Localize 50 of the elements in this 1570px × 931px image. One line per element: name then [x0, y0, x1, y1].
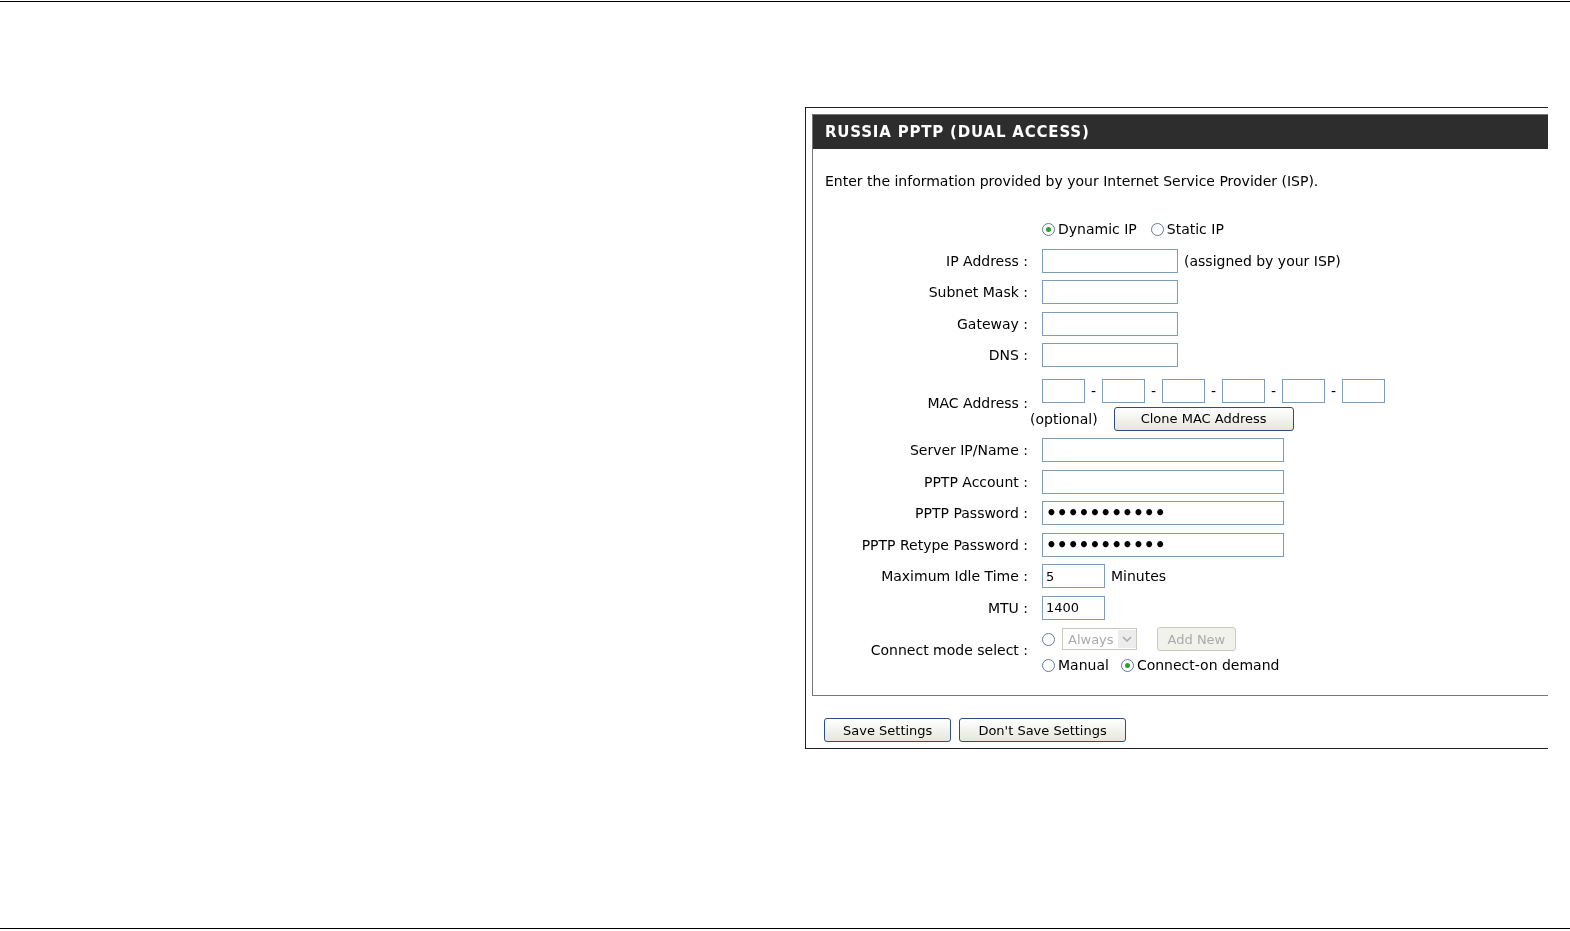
field-label: Gateway :	[956, 315, 1028, 332]
input-field[interactable]	[1102, 378, 1145, 403]
radio-label: Dynamic IP	[1058, 221, 1137, 237]
input-field[interactable]	[1282, 378, 1325, 403]
input-field[interactable]: 5	[1042, 564, 1105, 588]
field-label: PPTP Password :	[914, 505, 1028, 521]
field-label: PPTP Account :	[922, 473, 1028, 490]
field-label: MTU :	[986, 599, 1028, 616]
input-field[interactable]	[1042, 343, 1178, 367]
form-button[interactable]: Don't Save Settings	[959, 718, 1126, 742]
clone-mac-button[interactable]: Clone MAC Address	[1113, 406, 1294, 431]
field-note: (assigned by your ISP)	[1184, 252, 1341, 269]
separator: -	[1149, 382, 1158, 399]
field-label: Connect mode select :	[869, 642, 1028, 658]
separator: -	[1329, 382, 1338, 399]
separator: -	[1089, 382, 1098, 399]
intro-text: Enter the information provided by your Internet Service Provider (ISP).	[824, 172, 1320, 191]
input-field[interactable]	[1042, 378, 1085, 403]
field-label: Subnet Mask :	[927, 284, 1028, 300]
field-label: Server IP/Name :	[908, 442, 1028, 458]
input-field[interactable]	[1042, 280, 1178, 304]
radio-button[interactable]	[1120, 658, 1134, 672]
section-title: RUSSIA PPTP (DUAL ACCESS)	[813, 115, 1548, 149]
field-label: MAC Address :	[926, 394, 1028, 411]
field-note: Minutes	[1111, 568, 1167, 584]
input-field[interactable]	[1162, 378, 1205, 403]
field-note: (optional)	[1030, 410, 1098, 427]
radio-label: Static IP	[1166, 221, 1224, 237]
input-field[interactable]	[1042, 438, 1284, 462]
field-label: Maximum Idle Time :	[880, 568, 1028, 584]
input-field[interactable]	[1042, 469, 1284, 494]
radio-label: Manual	[1058, 657, 1109, 673]
separator: -	[1269, 382, 1278, 399]
radio-button[interactable]	[1150, 222, 1164, 236]
separator: -	[1209, 382, 1218, 399]
field-label: DNS :	[987, 347, 1028, 363]
input-field[interactable]	[1042, 248, 1178, 273]
field-label: PPTP Retype Password :	[860, 536, 1028, 553]
input-field[interactable]: 1400	[1042, 595, 1105, 620]
caret-icon	[1121, 636, 1132, 642]
input-field[interactable]: •••••••••••	[1042, 532, 1284, 557]
input-field[interactable]	[1222, 378, 1265, 403]
form-button[interactable]: Save Settings	[824, 718, 952, 742]
radio-label: Connect-on demand	[1136, 657, 1280, 673]
input-field[interactable]	[1042, 311, 1178, 336]
field-label: IP Address :	[945, 252, 1028, 269]
radio-button[interactable]	[1042, 658, 1055, 672]
radio-button[interactable]	[1042, 222, 1055, 236]
input-field[interactable]	[1342, 378, 1385, 403]
input-field[interactable]: •••••••••••	[1042, 501, 1284, 525]
